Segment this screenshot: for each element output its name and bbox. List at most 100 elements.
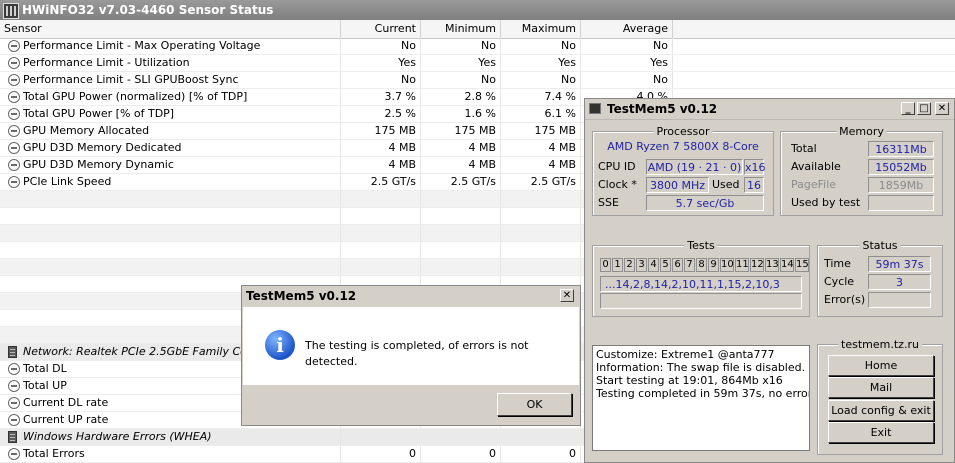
memory-panel: Memory Total 16311Mb Available 15052Mb P… (780, 125, 943, 216)
column-current[interactable]: Current (341, 20, 421, 38)
group-name: Windows Hardware Errors (WHEA) (0, 429, 341, 445)
sensor-name: Total GPU Power [% of TDP] (0, 106, 341, 122)
sensor-minimum: 2.8 % (421, 89, 501, 105)
table-row[interactable]: Performance Limit - Utilization Yes Yes … (0, 55, 955, 72)
sensor-name: PCIe Link Speed (0, 174, 341, 190)
dialog-body: i The testing is completed, of errors is… (243, 307, 579, 385)
clock-value: 3800 MHz (646, 177, 709, 193)
sensor-maximum: 4 MB (501, 157, 581, 173)
sensor-current: 4 MB (341, 157, 421, 173)
test-cell: 13 (765, 258, 779, 272)
sensor-minimum: 175 MB (421, 123, 501, 139)
total-label: Total (791, 142, 817, 155)
test-cell: 0 (600, 258, 611, 272)
sensor-current: 0 (341, 446, 421, 462)
cycle-label: Cycle (824, 275, 855, 288)
ok-button[interactable]: OK (497, 393, 572, 416)
testmem-window: TestMem5 v0.12 _ □ ✕ Processor AMD Ryzen… (584, 98, 955, 463)
test-log[interactable]: Customize: Extreme1 @anta777 Information… (592, 345, 810, 451)
sensor-average: Yes (581, 55, 673, 71)
processor-legend: Processor (653, 125, 713, 138)
total-value: 16311Mb (868, 141, 934, 157)
usedbytest-label: Used by test (791, 196, 861, 209)
test-cell: 15 (795, 258, 809, 272)
hwinfo-title: HWiNFO32 v7.03-4460 Sensor Status (22, 3, 274, 17)
sensor-current: No (341, 72, 421, 88)
usedbytest-value (868, 195, 934, 211)
sensor-maximum: 2.5 GT/s (501, 174, 581, 190)
sensor-minimum: No (421, 38, 501, 54)
sensor-average: No (581, 38, 673, 54)
cpuid-label: CPU ID (598, 160, 636, 173)
dialog-message: The testing is completed, of errors is n… (305, 339, 529, 368)
close-button[interactable]: ✕ (935, 102, 949, 115)
testmem-title-bar[interactable]: TestMem5 v0.12 _ □ ✕ (585, 99, 954, 120)
sensor-current: 4 MB (341, 140, 421, 156)
sse-value: 5.7 sec/Gb (646, 195, 764, 211)
column-sensor[interactable]: Sensor (0, 20, 341, 38)
sensor-name: Performance Limit - Max Operating Voltag… (0, 38, 341, 54)
sensor-name: Total Errors (0, 446, 341, 462)
table-row[interactable]: Performance Limit - SLI GPUBoost Sync No… (0, 72, 955, 89)
cycle-value: 3 (868, 274, 931, 290)
sensor-maximum: Yes (501, 55, 581, 71)
sensor-maximum: 175 MB (501, 123, 581, 139)
test-cell: 11 (735, 258, 749, 272)
test-cell: 9 (708, 258, 719, 272)
sensor-name: GPU D3D Memory Dynamic (0, 157, 341, 173)
column-minimum[interactable]: Minimum (421, 20, 501, 38)
column-average[interactable]: Average (581, 20, 673, 38)
clock-label: Clock * (598, 178, 637, 191)
sensor-current: 3.7 % (341, 89, 421, 105)
info-icon: i (265, 330, 295, 360)
sensor-name: GPU D3D Memory Dedicated (0, 140, 341, 156)
cpu-name: AMD Ryzen 7 5800X 8-Core (607, 140, 759, 153)
sensor-current: Yes (341, 55, 421, 71)
load-config-exit-button[interactable]: Load config & exit (828, 400, 934, 421)
test-cell: 8 (696, 258, 707, 272)
hwinfo-title-bar[interactable]: HWiNFO32 v7.03-4460 Sensor Status (0, 0, 955, 20)
time-label: Time (824, 257, 851, 270)
sensor-maximum: No (501, 38, 581, 54)
sensor-current: 2.5 % (341, 106, 421, 122)
home-button[interactable]: Home (828, 355, 934, 376)
test-cell: 12 (750, 258, 764, 272)
tests-panel: Tests 0 1 2 3 4 5 6 7 8 9 10 11 12 13 14… (592, 239, 810, 317)
sensor-current: 2.5 GT/s (341, 174, 421, 190)
cpuid-value: AMD (19 · 21 · 0) (646, 159, 743, 175)
sensor-maximum: 6.1 % (501, 106, 581, 122)
exit-button[interactable]: Exit (828, 422, 934, 443)
sensor-name: GPU Memory Allocated (0, 123, 341, 139)
test-cell: 3 (636, 258, 647, 272)
mail-button[interactable]: Mail (828, 377, 934, 398)
minimize-button[interactable]: _ (901, 102, 915, 115)
testmem-title: TestMem5 v0.12 (607, 102, 718, 116)
sensor-name: Total GPU Power (normalized) [% of TDP] (0, 89, 341, 105)
test-progress (600, 293, 802, 309)
sensor-table-header: Sensor Current Minimum Maximum Average (0, 20, 955, 39)
dialog-title-bar[interactable]: TestMem5 v0.12 ✕ (242, 286, 580, 306)
sensor-minimum: 4 MB (421, 140, 501, 156)
links-legend[interactable]: testmem.tz.ru (838, 338, 922, 351)
sensor-current: No (341, 38, 421, 54)
available-value: 15052Mb (868, 159, 934, 175)
test-cell: 5 (660, 258, 671, 272)
column-maximum[interactable]: Maximum (501, 20, 581, 38)
table-row[interactable]: Performance Limit - Max Operating Voltag… (0, 38, 955, 55)
time-value: 59m 37s (868, 256, 931, 272)
used-label: Used (712, 178, 740, 191)
test-cell: 6 (672, 258, 683, 272)
test-cell: 1 (612, 258, 623, 272)
sensor-maximum: 0 (501, 446, 581, 462)
dialog-title: TestMem5 v0.12 (246, 289, 357, 303)
sensor-minimum: 0 (421, 446, 501, 462)
used-value: 16 (744, 177, 764, 193)
errors-value (868, 292, 931, 308)
pagefile-label: PageFile (791, 178, 837, 191)
dialog-close-button[interactable]: ✕ (560, 289, 574, 302)
sensor-minimum: 4 MB (421, 157, 501, 173)
maximize-button[interactable]: □ (917, 102, 931, 115)
test-cell: 4 (648, 258, 659, 272)
sensor-minimum: No (421, 72, 501, 88)
sensor-average: No (581, 72, 673, 88)
